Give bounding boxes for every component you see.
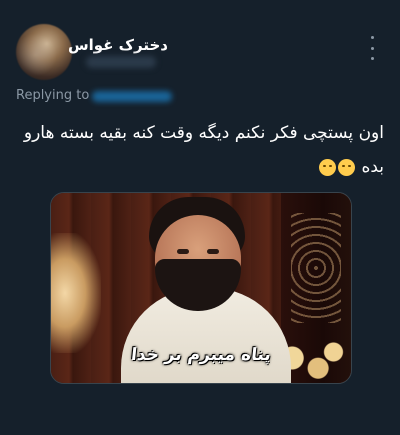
author-display-name[interactable]: دخترک غواس [68, 36, 168, 54]
media-curtain-pattern [291, 213, 341, 323]
media-lamp [51, 233, 101, 353]
replying-to-label: Replying to [16, 88, 90, 103]
tweet-text: اون پستچی فکر نکنم دیگه وقت کنه بقیه بست… [16, 116, 384, 184]
author-handle-blurred[interactable] [86, 56, 156, 68]
media-person-eye-left [177, 249, 189, 254]
face-with-tears-of-joy-icon [319, 158, 337, 176]
avatar[interactable] [16, 24, 72, 80]
replying-to-handle-blurred[interactable] [92, 91, 172, 102]
tweet[interactable]: دخترک غواس Replying to اون پستچی فکر نکن… [0, 0, 400, 435]
media-caption: پناه میبرم بر خدا [130, 345, 272, 365]
tweet-media-image[interactable]: پناه میبرم بر خدا [50, 192, 352, 384]
more-options-icon[interactable] [362, 34, 382, 62]
smiling-face-with-sweat-icon [338, 158, 356, 176]
media-person-eye-right [207, 249, 219, 254]
